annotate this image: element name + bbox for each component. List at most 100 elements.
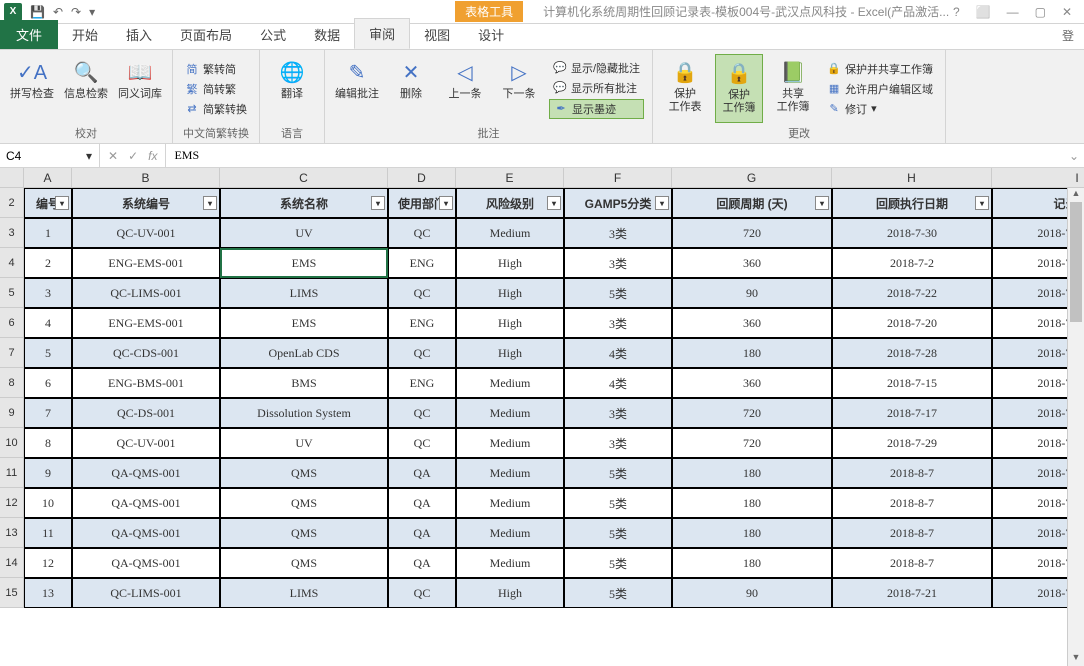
next-comment-button[interactable]: ▷下一条 (495, 54, 543, 123)
row-header[interactable]: 2 (0, 188, 24, 218)
cell[interactable]: QC-CDS-001 (72, 338, 220, 368)
filter-dropdown-icon[interactable]: ▾ (655, 196, 669, 210)
table-header-cell[interactable]: 编号▾ (24, 188, 72, 218)
cell[interactable]: QA-QMS-001 (72, 458, 220, 488)
convert-button[interactable]: ⇄简繁转换 (181, 100, 251, 118)
cell[interactable]: 5类 (564, 518, 672, 548)
cell[interactable]: Medium (456, 218, 564, 248)
tab-design[interactable]: 设计 (464, 20, 518, 49)
row-header[interactable]: 13 (0, 518, 24, 548)
qat-redo-icon[interactable]: ↷ (71, 5, 81, 19)
cell[interactable]: 2018-8-7 (832, 458, 992, 488)
cell[interactable]: 3类 (564, 308, 672, 338)
cell[interactable]: 11 (24, 518, 72, 548)
filter-dropdown-icon[interactable]: ▾ (203, 196, 217, 210)
cell[interactable]: Medium (456, 488, 564, 518)
filter-dropdown-icon[interactable]: ▾ (371, 196, 385, 210)
table-header-cell[interactable]: 回顾执行日期▾ (832, 188, 992, 218)
cell[interactable]: Dissolution System (220, 398, 388, 428)
cell[interactable]: 12 (24, 548, 72, 578)
cell[interactable]: 360 (672, 248, 832, 278)
filter-dropdown-icon[interactable]: ▾ (55, 196, 69, 210)
cell[interactable]: 720 (672, 218, 832, 248)
tab-view[interactable]: 视图 (410, 20, 464, 49)
cell[interactable]: QC (388, 578, 456, 608)
cell[interactable]: 5类 (564, 548, 672, 578)
cell[interactable]: 8 (24, 428, 72, 458)
allow-edit-button[interactable]: ▦允许用户编辑区域 (823, 80, 937, 98)
column-header[interactable]: I (992, 168, 1084, 188)
cell[interactable]: High (456, 248, 564, 278)
cell[interactable]: 5类 (564, 278, 672, 308)
filter-dropdown-icon[interactable]: ▾ (975, 196, 989, 210)
cell[interactable]: QC-DS-001 (72, 398, 220, 428)
vertical-scrollbar[interactable]: ▲ ▼ (1067, 188, 1084, 666)
cell[interactable]: LIMS (220, 578, 388, 608)
cell[interactable]: Medium (456, 548, 564, 578)
name-box-input[interactable] (6, 149, 86, 163)
cell[interactable]: High (456, 338, 564, 368)
table-header-cell[interactable]: 系统编号▾ (72, 188, 220, 218)
tab-layout[interactable]: 页面布局 (166, 20, 246, 49)
select-all-corner[interactable] (0, 168, 24, 188)
protect-sheet-button[interactable]: 🔒保护 工作表 (661, 54, 709, 123)
cell[interactable]: 7 (24, 398, 72, 428)
cell[interactable]: ENG (388, 368, 456, 398)
tab-insert[interactable]: 插入 (112, 20, 166, 49)
tab-review[interactable]: 审阅 (354, 18, 410, 49)
cell[interactable]: QA-QMS-001 (72, 548, 220, 578)
cell[interactable]: 2018-7-15 (832, 368, 992, 398)
cell[interactable]: 9 (24, 458, 72, 488)
column-header[interactable]: C (220, 168, 388, 188)
row-header[interactable]: 9 (0, 398, 24, 428)
research-button[interactable]: 🔍信息检索 (62, 54, 110, 123)
spellcheck-button[interactable]: ✓A拼写检查 (8, 54, 56, 123)
column-header[interactable]: D (388, 168, 456, 188)
cell[interactable]: UV (220, 428, 388, 458)
cell[interactable]: EMS (220, 248, 388, 278)
cell[interactable]: 5类 (564, 488, 672, 518)
cell[interactable]: 180 (672, 458, 832, 488)
cell[interactable]: 720 (672, 398, 832, 428)
cell[interactable]: QA (388, 518, 456, 548)
cell[interactable]: Medium (456, 518, 564, 548)
cell[interactable]: 2018-7-22 (832, 278, 992, 308)
cell[interactable]: QC-LIMS-001 (72, 278, 220, 308)
column-header[interactable]: H (832, 168, 992, 188)
scroll-up-icon[interactable]: ▲ (1068, 188, 1084, 202)
cell[interactable]: ENG-EMS-001 (72, 308, 220, 338)
row-header[interactable]: 3 (0, 218, 24, 248)
tab-formulas[interactable]: 公式 (246, 20, 300, 49)
tab-data[interactable]: 数据 (300, 20, 354, 49)
column-header[interactable]: A (24, 168, 72, 188)
cell[interactable]: 3类 (564, 428, 672, 458)
showall-comments-button[interactable]: 💬显示所有批注 (549, 79, 644, 97)
name-box[interactable]: ▾ (0, 144, 100, 167)
cell[interactable]: QA (388, 458, 456, 488)
cell[interactable]: QA (388, 548, 456, 578)
cell[interactable]: 5类 (564, 458, 672, 488)
ribbon-options-icon[interactable]: ⬜ (976, 5, 991, 19)
cell[interactable]: 720 (672, 428, 832, 458)
filter-dropdown-icon[interactable]: ▾ (815, 196, 829, 210)
cell[interactable]: UV (220, 218, 388, 248)
column-header[interactable]: F (564, 168, 672, 188)
cell[interactable]: 1 (24, 218, 72, 248)
cell[interactable]: 2 (24, 248, 72, 278)
cell[interactable]: ENG (388, 308, 456, 338)
row-header[interactable]: 4 (0, 248, 24, 278)
cell[interactable]: QA-QMS-001 (72, 518, 220, 548)
cell[interactable]: 4类 (564, 338, 672, 368)
cell[interactable]: 180 (672, 488, 832, 518)
cell[interactable]: QMS (220, 548, 388, 578)
cell[interactable]: ENG-BMS-001 (72, 368, 220, 398)
track-changes-button[interactable]: ✎修订 ▾ (823, 100, 937, 118)
cell[interactable]: OpenLab CDS (220, 338, 388, 368)
column-header[interactable]: G (672, 168, 832, 188)
cell[interactable]: 2018-8-7 (832, 518, 992, 548)
cell[interactable]: 3类 (564, 248, 672, 278)
cell[interactable]: High (456, 278, 564, 308)
cell[interactable]: Medium (456, 428, 564, 458)
cell[interactable]: 180 (672, 548, 832, 578)
tab-file[interactable]: 文件 (0, 20, 58, 49)
